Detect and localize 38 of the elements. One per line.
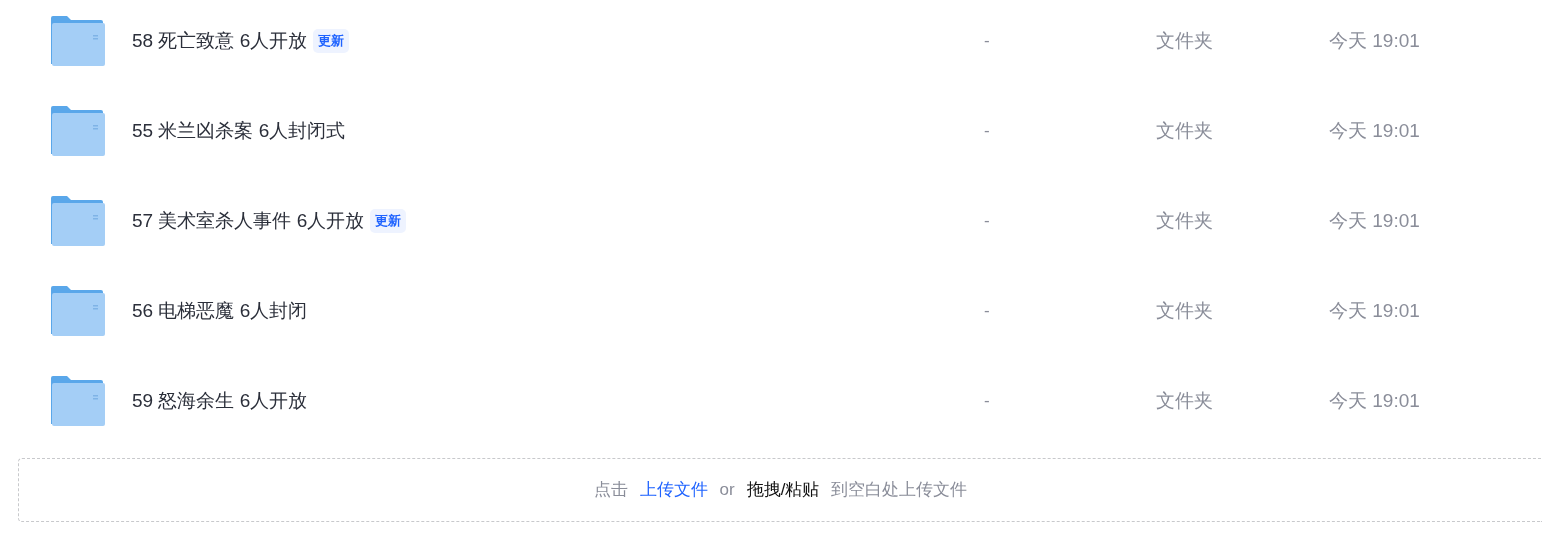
file-name[interactable]: 59 怒海余生 6人开放 [132, 386, 308, 416]
file-type: 文件夹 [1156, 28, 1214, 53]
file-size: - [984, 120, 991, 143]
update-badge: 更新 [313, 29, 350, 53]
folder-icon [51, 16, 105, 66]
or-text: or [719, 479, 735, 502]
upload-file-link[interactable]: 上传文件 [639, 477, 708, 503]
file-type: 文件夹 [1156, 388, 1214, 413]
file-name[interactable]: 57 美术室杀人事件 6人开放 [132, 206, 365, 236]
file-size: - [984, 390, 991, 413]
file-row[interactable]: 57 美术室杀人事件 6人开放 更新 - 文件夹 今天 19:01 [0, 176, 1542, 266]
folder-icon [51, 286, 105, 336]
modified-time: 今天 19:01 [1329, 118, 1420, 143]
folder-icon [51, 106, 105, 156]
file-row[interactable]: 55 米兰凶杀案 6人封闭式 - 文件夹 今天 19:01 [0, 86, 1542, 176]
file-name[interactable]: 58 死亡致意 6人开放 [132, 26, 308, 56]
drag-paste-text: 拖拽/粘贴 [746, 479, 820, 502]
update-badge: 更新 [370, 209, 407, 233]
folder-icon [51, 376, 105, 426]
file-size: - [984, 30, 991, 53]
file-type: 文件夹 [1156, 208, 1214, 233]
file-size: - [984, 210, 991, 233]
upload-hint-text: 到空白处上传文件 [831, 479, 968, 502]
file-type: 文件夹 [1156, 118, 1214, 143]
upload-hint-text: 点击 [593, 479, 628, 502]
file-name[interactable]: 55 米兰凶杀案 6人封闭式 [132, 116, 346, 146]
modified-time: 今天 19:01 [1329, 298, 1420, 323]
modified-time: 今天 19:01 [1329, 388, 1420, 413]
file-row[interactable]: 59 怒海余生 6人开放 - 文件夹 今天 19:01 [0, 356, 1542, 446]
modified-time: 今天 19:01 [1329, 208, 1420, 233]
file-size: - [984, 300, 991, 323]
modified-time: 今天 19:01 [1329, 28, 1420, 53]
upload-dropzone[interactable]: 点击 上传文件 or 拖拽/粘贴 到空白处上传文件 [18, 458, 1542, 522]
file-type: 文件夹 [1156, 298, 1214, 323]
folder-icon [51, 196, 105, 246]
file-name[interactable]: 56 电梯恶魔 6人封闭 [132, 296, 308, 326]
file-row[interactable]: 56 电梯恶魔 6人封闭 - 文件夹 今天 19:01 [0, 266, 1542, 356]
file-row[interactable]: 58 死亡致意 6人开放 更新 - 文件夹 今天 19:01 [0, 0, 1542, 86]
